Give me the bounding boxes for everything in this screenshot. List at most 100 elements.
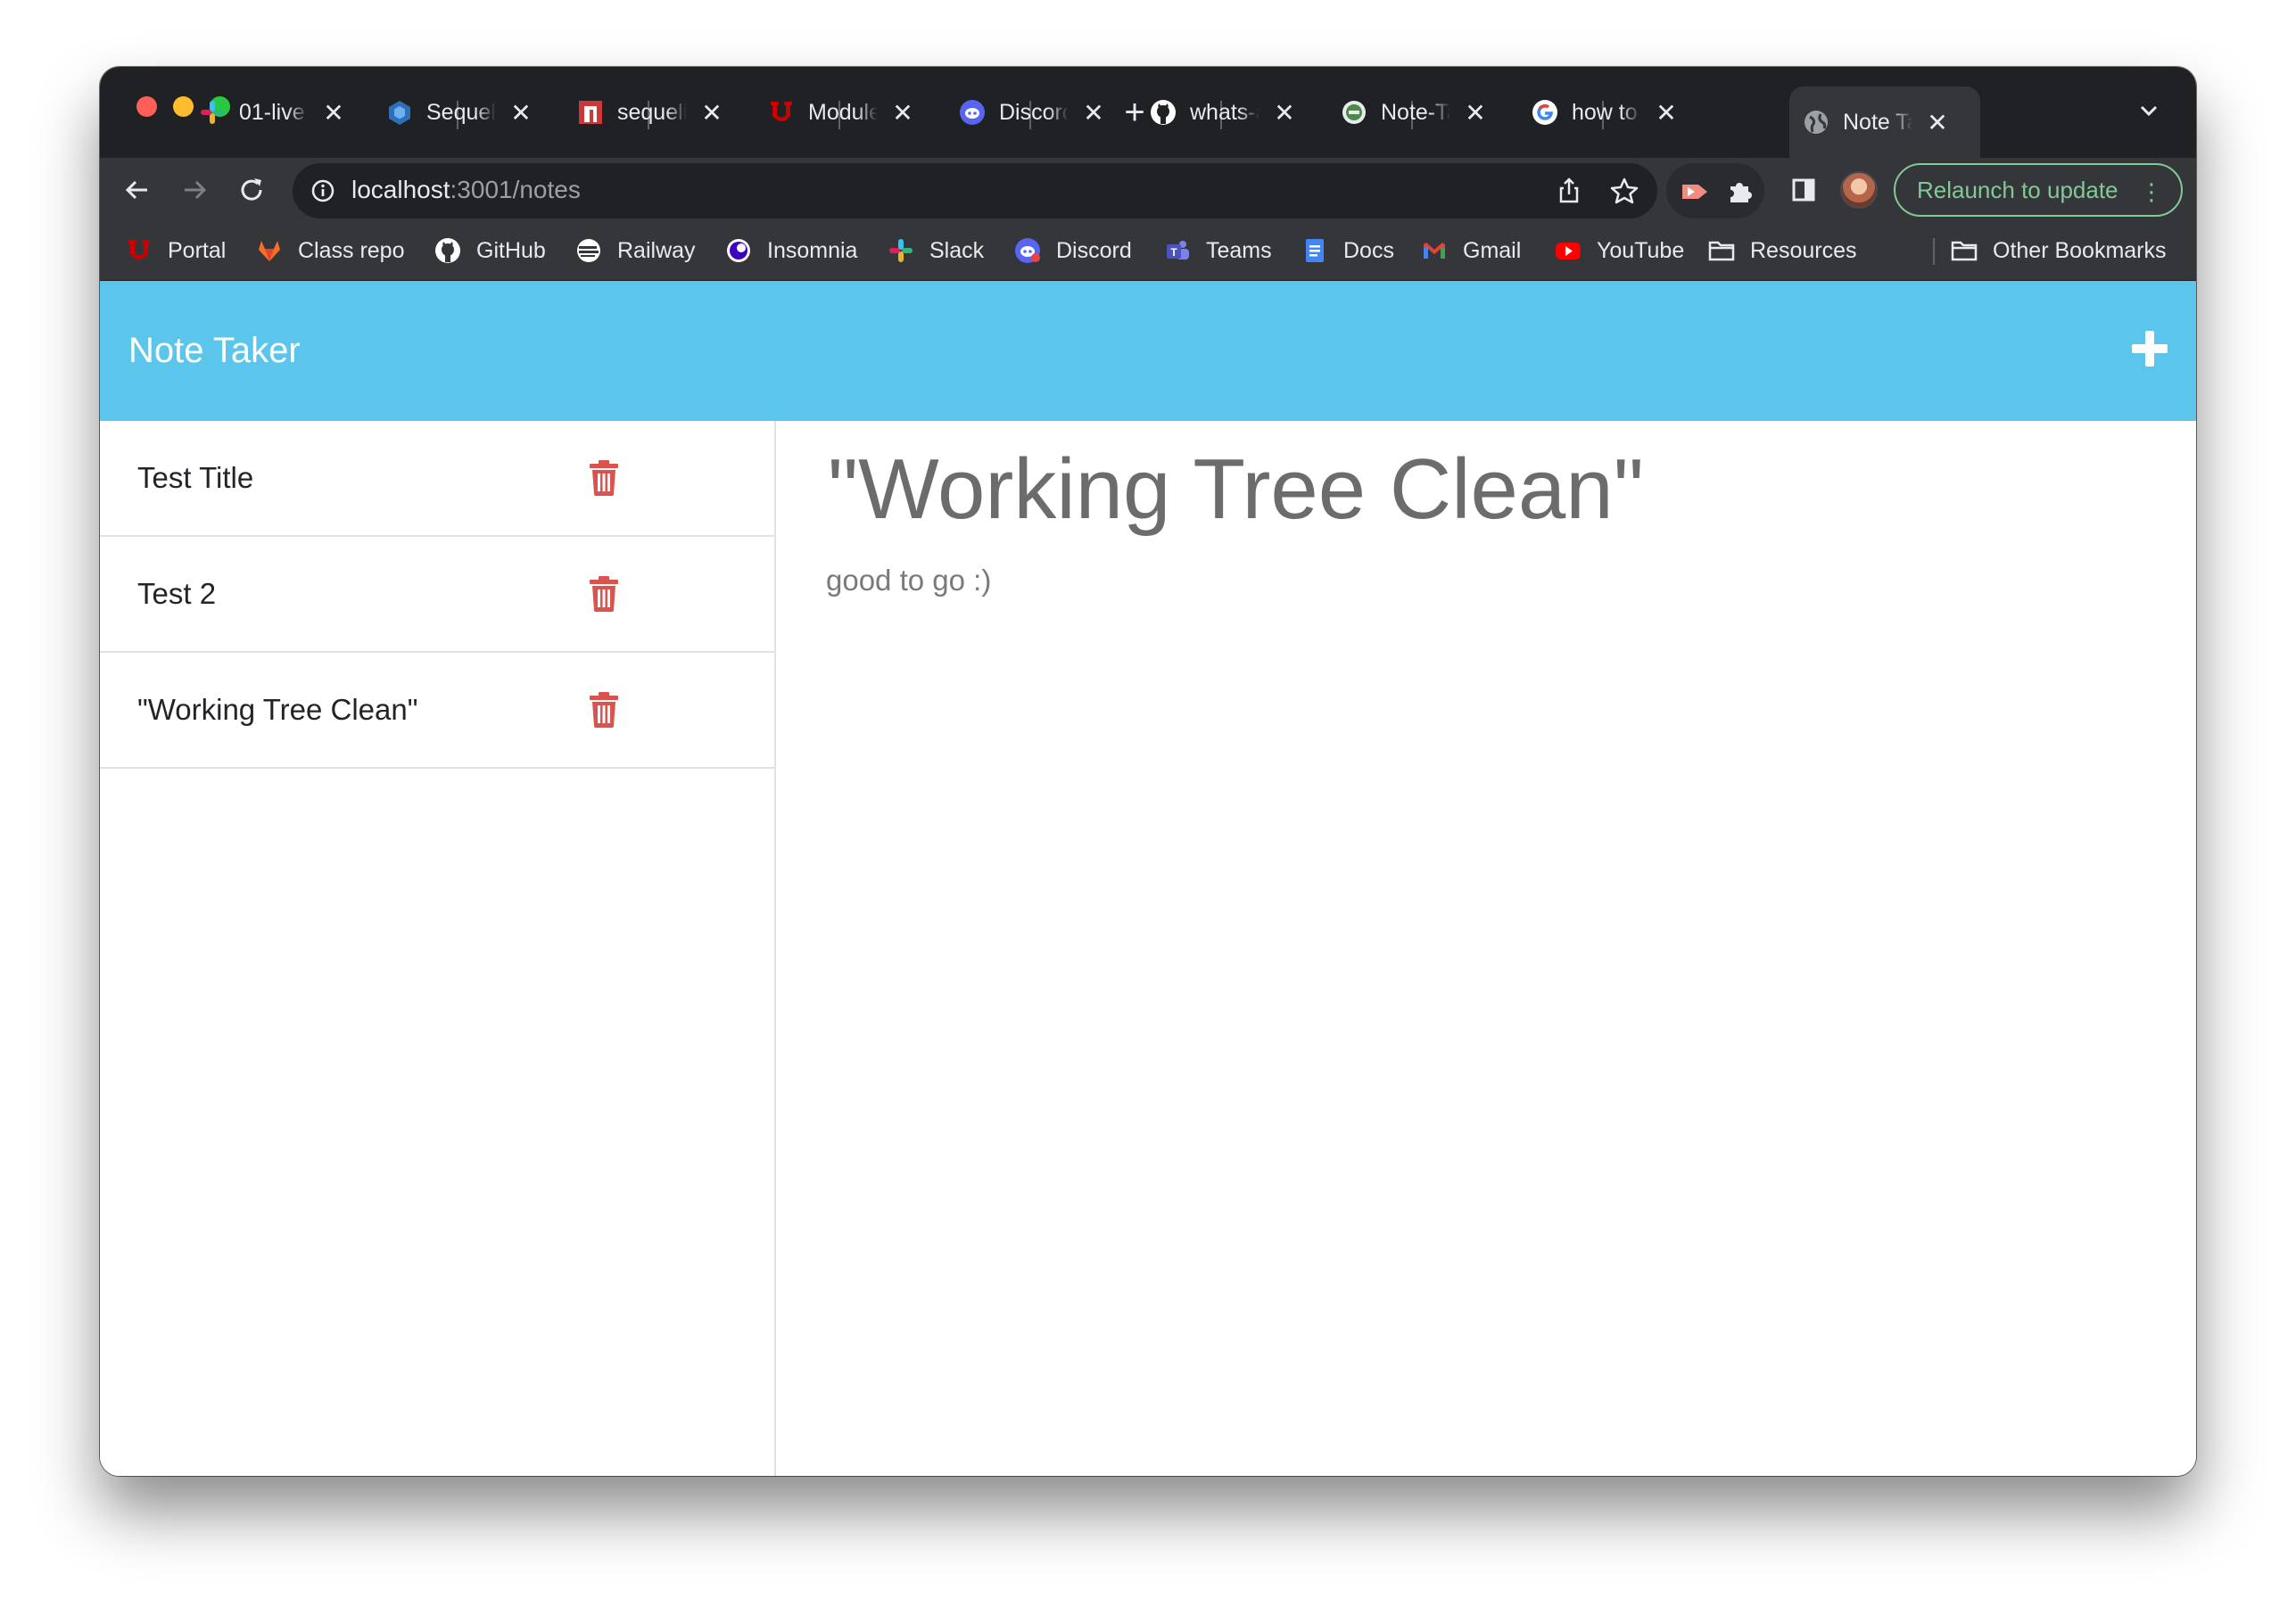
- tab-active[interactable]: Note Ta ✕: [1789, 87, 1980, 158]
- tab[interactable]: Sequeli ✕: [373, 87, 532, 138]
- more-options-icon[interactable]: ⋮: [2140, 177, 2163, 206]
- forward-icon[interactable]: [177, 172, 212, 208]
- relaunch-label: Relaunch to update: [1917, 176, 2118, 203]
- tab-title: Note Ta: [1843, 109, 1912, 135]
- app-title[interactable]: Note Taker: [128, 331, 301, 371]
- svg-text:T: T: [1170, 246, 1177, 259]
- delete-note-trash-icon[interactable]: [589, 692, 619, 728]
- bookmark-discord[interactable]: Discord: [1013, 235, 1132, 267]
- gitlab-icon: [255, 236, 284, 265]
- note-list-title[interactable]: Test Title: [137, 461, 253, 495]
- note-taker-icon: [1340, 98, 1368, 127]
- tab-close-icon[interactable]: ✕: [1274, 98, 1295, 128]
- note-list-item[interactable]: Test 2: [100, 537, 774, 653]
- note-list-item[interactable]: "Working Tree Clean": [100, 653, 774, 769]
- tab-title: how to: [1572, 99, 1638, 125]
- tab-title: whats-a: [1190, 99, 1259, 125]
- tab-title: Discord: [999, 99, 1069, 125]
- bookmarks-separator: [1933, 238, 1935, 265]
- other-bookmarks-folder[interactable]: Other Bookmarks: [1950, 235, 2167, 267]
- back-icon[interactable]: [120, 172, 155, 208]
- url-path: :3001/notes: [450, 176, 581, 203]
- tab-close-icon[interactable]: ✕: [892, 98, 913, 128]
- bookmark-youtube[interactable]: YouTube: [1554, 235, 1684, 267]
- tab-title: Sequeli: [426, 99, 496, 125]
- bookmark-label: Teams: [1206, 237, 1272, 263]
- tab[interactable]: 01-live ✕: [186, 87, 344, 138]
- tab-close-icon[interactable]: ✕: [1083, 98, 1104, 128]
- bookmark-portal[interactable]: Portal: [125, 235, 226, 267]
- globe-icon: [1802, 108, 1830, 136]
- bookmark-label: Docs: [1343, 237, 1394, 263]
- bookmark-class-repo[interactable]: Class repo: [255, 235, 405, 267]
- screen-recorder-icon[interactable]: [1679, 176, 1711, 208]
- tab[interactable]: how to ✕: [1518, 87, 1677, 138]
- note-title-display[interactable]: "Working Tree Clean": [828, 441, 1644, 539]
- bookmark-label: Discord: [1056, 237, 1132, 263]
- url-text[interactable]: localhost:3001/notes: [351, 176, 581, 204]
- discord-icon: [1013, 236, 1042, 265]
- note-text-display[interactable]: good to go :): [826, 564, 991, 597]
- tab[interactable]: Module ✕: [755, 87, 913, 138]
- slack-icon: [887, 236, 915, 265]
- github-icon: [1149, 98, 1177, 127]
- tab-close-icon[interactable]: ✕: [1656, 98, 1677, 128]
- note-list-item[interactable]: Test Title: [100, 421, 774, 537]
- bookmark-star-icon[interactable]: [1609, 176, 1639, 206]
- profile-avatar[interactable]: [1840, 171, 1878, 209]
- bookmark-label: Other Bookmarks: [1993, 237, 2167, 263]
- tab-close-icon[interactable]: ✕: [1465, 98, 1486, 128]
- canvas-u-icon: [767, 98, 796, 127]
- side-panel-icon[interactable]: [1788, 174, 1820, 206]
- browser-toolbar: localhost:3001/notes Relaunch to update …: [100, 158, 2196, 222]
- reload-icon[interactable]: [234, 172, 269, 208]
- share-icon[interactable]: [1554, 176, 1584, 206]
- bookmark-insomnia[interactable]: Insomnia: [724, 235, 857, 267]
- delete-note-trash-icon[interactable]: [589, 460, 619, 496]
- address-bar[interactable]: localhost:3001/notes: [293, 163, 1657, 218]
- tab-close-icon[interactable]: ✕: [323, 98, 344, 128]
- bookmarks-bar: Portal Class repo GitHub Railway Insomni…: [100, 222, 2196, 281]
- bookmark-slack[interactable]: Slack: [887, 235, 984, 267]
- bookmark-github[interactable]: GitHub: [434, 235, 546, 267]
- npm-icon: [576, 98, 605, 127]
- bookmark-teams[interactable]: T Teams: [1163, 235, 1272, 267]
- tab-search-icon[interactable]: [2135, 97, 2162, 124]
- extensions-area: [1666, 163, 1764, 218]
- tab[interactable]: sequeliz ✕: [564, 87, 723, 138]
- bookmark-label: Resources: [1750, 237, 1857, 263]
- browser-window: 01-live ✕ Sequeli ✕ sequeliz ✕ M: [100, 67, 2196, 1476]
- tab-title: Note-Ta: [1381, 99, 1450, 125]
- notes-list: Test Title Test 2 "Working Tree Clean": [100, 421, 776, 1476]
- youtube-icon: [1554, 236, 1582, 265]
- bookmark-railway[interactable]: Railway: [574, 235, 696, 267]
- tab-title: 01-live: [239, 99, 305, 125]
- note-taker-app: Note Taker Test Title Test 2 "Working Tr…: [100, 281, 2196, 1476]
- bookmark-label: GitHub: [476, 237, 546, 263]
- tab[interactable]: whats-a ✕: [1136, 87, 1295, 138]
- tab-close-icon[interactable]: ✕: [1927, 108, 1948, 137]
- tab-close-icon[interactable]: ✕: [701, 98, 723, 128]
- bookmark-gmail[interactable]: Gmail: [1420, 235, 1521, 267]
- note-list-title[interactable]: "Working Tree Clean": [137, 693, 417, 727]
- url-host: localhost: [351, 176, 450, 203]
- relaunch-button[interactable]: Relaunch to update ⋮: [1894, 163, 2183, 217]
- tab-close-icon[interactable]: ✕: [510, 98, 532, 128]
- tab[interactable]: Discord ✕: [946, 87, 1104, 138]
- bookmark-resources-folder[interactable]: Resources: [1707, 235, 1857, 267]
- insomnia-icon: [724, 236, 753, 265]
- new-note-plus-icon[interactable]: [2128, 327, 2171, 370]
- extensions-puzzle-icon[interactable]: [1723, 176, 1755, 208]
- note-list-title[interactable]: Test 2: [137, 577, 216, 611]
- bookmark-docs[interactable]: Docs: [1301, 235, 1394, 267]
- google-icon: [1531, 98, 1559, 127]
- tab[interactable]: Note-Ta ✕: [1327, 87, 1486, 138]
- new-tab-button[interactable]: +: [1117, 92, 1152, 133]
- site-info-icon[interactable]: [310, 178, 335, 203]
- delete-note-trash-icon[interactable]: [589, 576, 619, 612]
- docs-icon: [1301, 236, 1329, 265]
- bookmark-label: Portal: [168, 237, 227, 263]
- tab-strip: 01-live ✕ Sequeli ✕ sequeliz ✕ M: [100, 67, 2196, 158]
- close-window-button[interactable]: [136, 96, 157, 117]
- tab-title: Module: [808, 99, 878, 125]
